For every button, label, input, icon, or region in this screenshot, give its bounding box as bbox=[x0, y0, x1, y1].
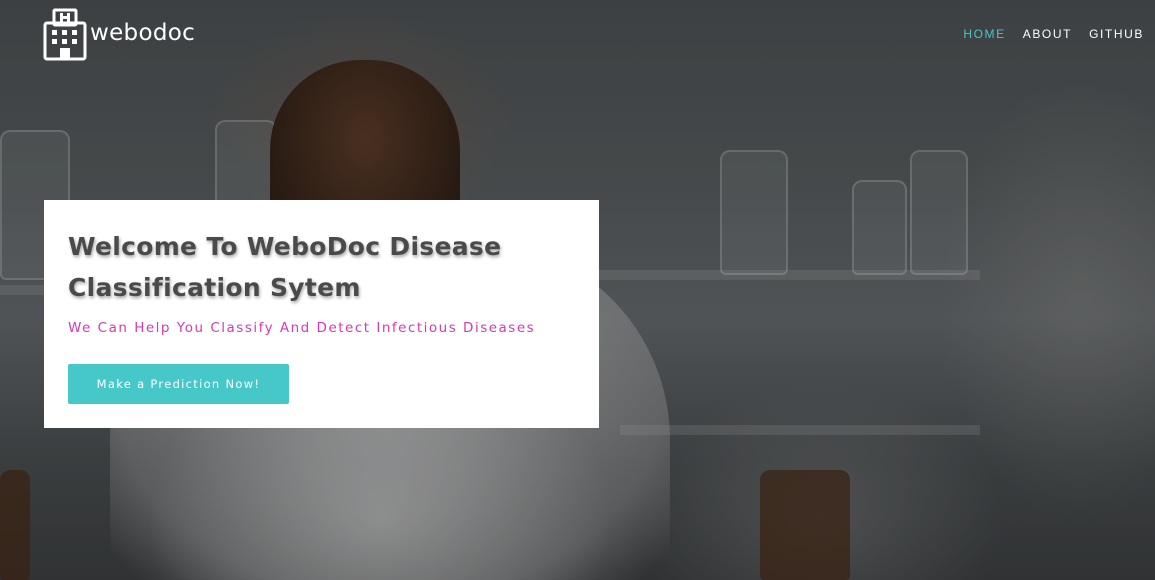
nav-link-home[interactable]: HOME bbox=[963, 27, 1005, 41]
hospital-building-icon bbox=[42, 7, 88, 67]
nav-link-about[interactable]: ABOUT bbox=[1023, 27, 1072, 41]
welcome-title: Welcome To WeboDoc Disease Classificatio… bbox=[68, 232, 502, 302]
brand-link[interactable]: webodoc bbox=[42, 7, 195, 67]
welcome-card: Welcome To WeboDoc Disease Classificatio… bbox=[44, 200, 599, 428]
nav-link-github[interactable]: GITHUB bbox=[1089, 27, 1144, 41]
welcome-subtitle: We Can Help You Classify And Detect Infe… bbox=[68, 320, 536, 336]
make-prediction-button[interactable]: Make a Prediction Now! bbox=[68, 364, 289, 404]
brand-name: webodoc bbox=[90, 20, 196, 46]
navbar: webodoc HOME ABOUT GITHUB bbox=[0, 0, 1155, 70]
nav-menu: HOME ABOUT GITHUB bbox=[946, 27, 1144, 41]
